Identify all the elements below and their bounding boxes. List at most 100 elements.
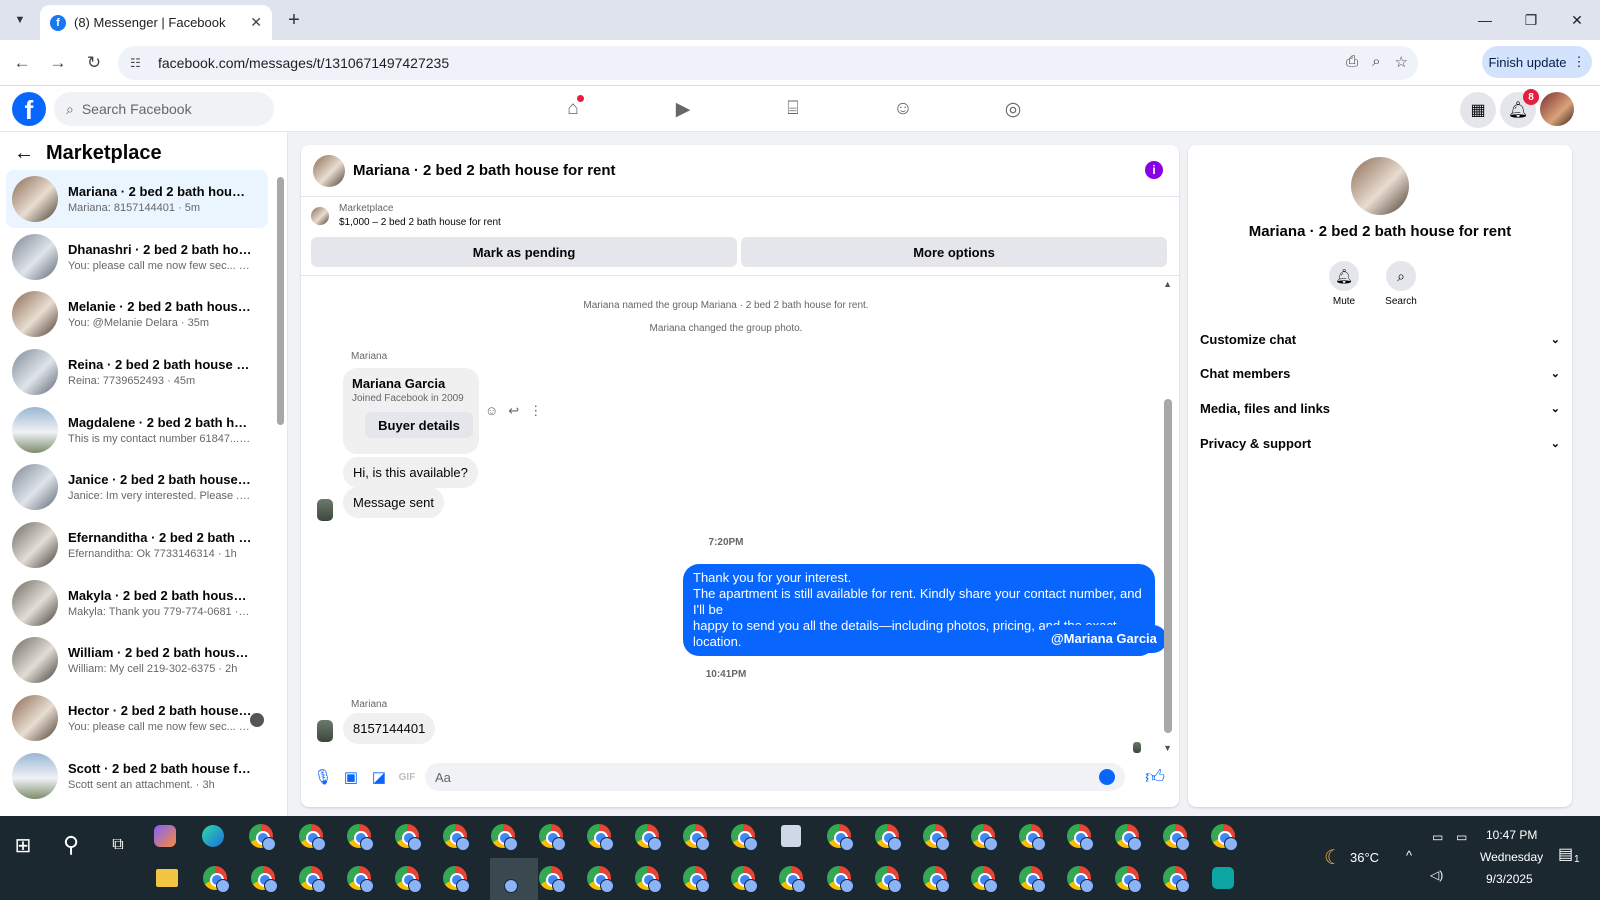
reload-icon[interactable]: ↻	[82, 51, 106, 75]
chrome-icon[interactable]	[394, 865, 422, 893]
chrome-icon[interactable]	[1066, 865, 1094, 893]
emoji-icon[interactable]	[1099, 769, 1115, 785]
chrome-icon[interactable]	[826, 823, 854, 851]
customize-chat-section[interactable]: Customize chat ⌄	[1200, 324, 1560, 354]
clock-date[interactable]: 9/3/2025	[1486, 872, 1533, 886]
home-nav-icon[interactable]: ⌂	[556, 92, 590, 126]
facebook-search-input[interactable]: ⌕ Search Facebook	[54, 92, 274, 126]
conversation-item[interactable]: Melanie · 2 bed 2 bath house fo... You: @…	[6, 285, 268, 343]
edge-icon[interactable]	[200, 823, 226, 849]
site-info-icon[interactable]: ☷	[130, 56, 148, 70]
browser-tab-messenger[interactable]: f (8) Messenger | Facebook ✕	[40, 5, 272, 40]
video-nav-icon[interactable]: ▶	[666, 92, 700, 126]
tab-close-icon[interactable]: ✕	[250, 14, 262, 31]
chat-members-section[interactable]: Chat members ⌄	[1200, 358, 1560, 388]
chrome-icon[interactable]	[682, 865, 710, 893]
copilot-icon[interactable]	[152, 823, 178, 849]
chrome-icon[interactable]	[538, 823, 566, 851]
conversation-item[interactable]: Magdalene · 2 bed 2 bath hous... This is …	[6, 401, 268, 459]
buyer-details-button[interactable]: Buyer details	[365, 412, 473, 438]
chrome-icon[interactable]	[1018, 865, 1046, 893]
message-input[interactable]: Aa	[425, 763, 1125, 791]
chrome-icon[interactable]	[634, 823, 662, 851]
conversation-item[interactable]: Dhanashri · 2 bed 2 bath house ... You: p…	[6, 228, 268, 286]
more-options-button[interactable]: More options	[741, 237, 1167, 267]
chrome-icon[interactable]	[778, 865, 806, 893]
chrome-icon[interactable]	[874, 823, 902, 851]
mention-message[interactable]: @Mariana Garcia	[1041, 625, 1167, 653]
chrome-icon[interactable]	[394, 823, 422, 851]
tab-search-dropdown-icon[interactable]: ▼	[8, 8, 32, 32]
conversation-item[interactable]: William · 2 bed 2 bath house fo... Willia…	[6, 632, 268, 690]
weather-temp[interactable]: 36°C	[1350, 850, 1379, 865]
info-icon[interactable]: i	[1145, 161, 1163, 179]
incoming-message[interactable]: Hi, is this available?	[343, 457, 478, 488]
more-icon[interactable]: ⋮	[529, 403, 542, 419]
conversation-item[interactable]: Reina · 2 bed 2 bath house for r... Reina…	[6, 343, 268, 401]
chrome-icon[interactable]	[298, 865, 326, 893]
file-explorer-icon[interactable]	[154, 865, 180, 891]
like-thumb-icon[interactable]: 👍︎	[1145, 766, 1165, 789]
chrome-icon[interactable]	[1018, 823, 1046, 851]
chat-scroll-up-icon[interactable]: ▲	[1163, 279, 1172, 289]
zoom-icon[interactable]: ⌕	[1372, 53, 1380, 71]
marketplace-nav-icon[interactable]: ⌸	[776, 92, 810, 126]
search-conversation-button[interactable]: ⌕ Search	[1371, 261, 1431, 307]
windows-start-icon[interactable]: ⊞	[10, 832, 36, 858]
conversation-item[interactable]: Janice · 2 bed 2 bath house for ... Janic…	[6, 458, 268, 516]
chrome-icon[interactable]	[442, 865, 470, 893]
conversation-item[interactable]: Mariana · 2 bed 2 bath house fo... Marian…	[6, 170, 268, 228]
clock-day[interactable]: Wednesday	[1480, 850, 1543, 864]
chrome-icon[interactable]	[922, 823, 950, 851]
chrome-icon[interactable]	[922, 865, 950, 893]
sticker-icon[interactable]: ◪	[365, 763, 393, 791]
chrome-icon[interactable]	[346, 865, 374, 893]
address-bar[interactable]: ☷ facebook.com/messages/t/13106714974272…	[118, 46, 1418, 80]
chat-title[interactable]: Mariana · 2 bed 2 bath house for rent	[353, 162, 616, 179]
groups-nav-icon[interactable]: ☺	[886, 92, 920, 126]
conversation-item[interactable]: Scott · 2 bed 2 bath house for r... Scott…	[6, 747, 268, 805]
chat-scroll-thumb[interactable]	[1164, 399, 1172, 733]
media-files-links-section[interactable]: Media, files and links ⌄	[1200, 393, 1560, 423]
bookmark-star-icon[interactable]: ☆	[1395, 53, 1408, 71]
new-tab-icon[interactable]: +	[282, 8, 306, 32]
sender-avatar[interactable]	[317, 720, 333, 742]
chrome-icon[interactable]	[346, 823, 374, 851]
listing-summary[interactable]: Marketplace $1,000 – 2 bed 2 bath house …	[311, 203, 501, 228]
weather-moon-icon[interactable]: ☾	[1320, 844, 1346, 870]
chrome-icon[interactable]	[970, 823, 998, 851]
chrome-icon[interactable]	[442, 823, 470, 851]
volume-icon[interactable]: ◁)	[1430, 868, 1443, 882]
minimize-icon[interactable]: —	[1462, 0, 1508, 40]
privacy-support-section[interactable]: Privacy & support ⌄	[1200, 428, 1560, 458]
forward-icon[interactable]: →	[46, 51, 70, 75]
chrome-icon[interactable]	[682, 823, 710, 851]
chrome-icon[interactable]	[586, 823, 614, 851]
reply-icon[interactable]: ↩	[508, 403, 519, 419]
tray-chevron-icon[interactable]: ^	[1406, 848, 1412, 863]
chrome-icon[interactable]	[248, 823, 276, 851]
chrome-icon[interactable]	[1162, 823, 1190, 851]
window-close-icon[interactable]: ✕	[1554, 0, 1600, 40]
search-icon[interactable]: ⚲	[58, 832, 84, 858]
app-icon[interactable]	[778, 823, 804, 849]
chrome-icon[interactable]	[874, 865, 902, 893]
chrome-icon[interactable]	[970, 865, 998, 893]
conversation-item[interactable]: Efernanditha · 2 bed 2 bath hou... Eferna…	[6, 516, 268, 574]
account-avatar[interactable]	[1540, 92, 1574, 126]
install-app-icon[interactable]: ⎙	[1346, 53, 1358, 71]
chrome-icon[interactable]	[1114, 823, 1142, 851]
restore-icon[interactable]: ❐	[1508, 0, 1554, 40]
task-view-icon[interactable]: ⧉	[105, 832, 131, 858]
page-scrollbar[interactable]	[1586, 86, 1600, 816]
chrome-icon[interactable]	[634, 865, 662, 893]
facebook-logo-icon[interactable]: f	[12, 92, 46, 126]
chrome-icon[interactable]	[586, 865, 614, 893]
gif-icon[interactable]: GIF	[393, 763, 421, 791]
chrome-icon[interactable]	[1210, 823, 1238, 851]
chrome-icon[interactable]	[1114, 865, 1142, 893]
mark-as-pending-button[interactable]: Mark as pending	[311, 237, 737, 267]
clock-time[interactable]: 10:47 PM	[1486, 828, 1537, 842]
incoming-message[interactable]: Message sent	[343, 487, 444, 518]
sidebar-scrollbar[interactable]	[276, 177, 284, 797]
